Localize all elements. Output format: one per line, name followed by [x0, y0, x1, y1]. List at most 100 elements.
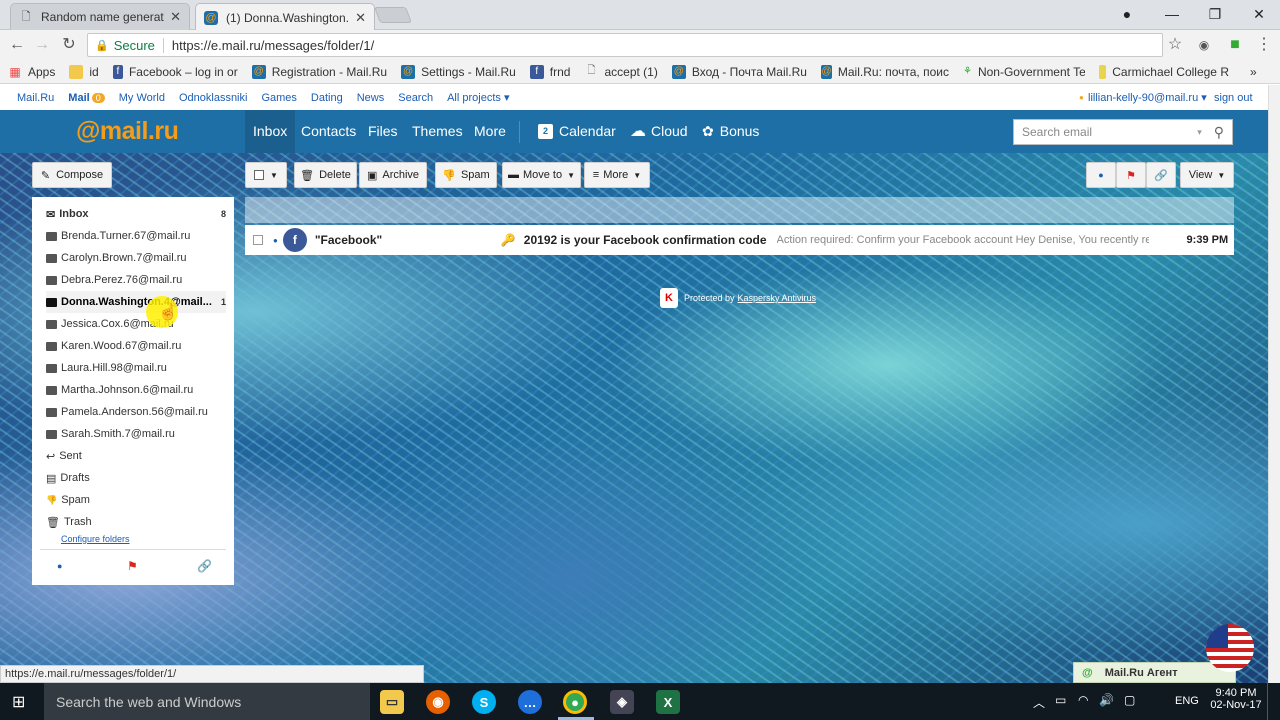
- attachment-filter-button[interactable]: 🔗: [1146, 162, 1176, 188]
- address-bar[interactable]: 🔒 Secure https://e.mail.ru/messages/fold…: [87, 33, 1163, 57]
- bookmark-registration[interactable]: @ Registration - Mail.Ru: [251, 64, 387, 79]
- user-account-link[interactable]: lillian-kelly-90@mail.ru ▾: [1088, 91, 1207, 104]
- nav-themes[interactable]: Themes: [404, 110, 471, 153]
- reload-icon[interactable]: ↻: [58, 35, 80, 55]
- nav-bonus[interactable]: ✿ Bonus: [694, 110, 767, 153]
- folder-jessica-cox[interactable]: Jessica.Cox.6@mail.ru: [46, 313, 226, 335]
- clock[interactable]: 9:40 PM 02-Nov-17: [1210, 687, 1262, 711]
- bookmark-mailru-search[interactable]: @ Mail.Ru: почта, поис: [820, 64, 949, 79]
- bookmark-apps[interactable]: ▦ Apps: [8, 65, 55, 79]
- messenger-icon[interactable]: …: [518, 690, 542, 714]
- compose-button[interactable]: ✎ Compose: [32, 162, 112, 188]
- folder-drafts[interactable]: ▤ Drafts: [46, 467, 226, 489]
- message-row[interactable]: ● f "Facebook" 🔑 20192 is your Facebook …: [245, 225, 1234, 255]
- move-to-button[interactable]: ▬ Move to ▼: [502, 162, 581, 188]
- kaspersky-link[interactable]: Kaspersky Antivirus: [738, 293, 817, 303]
- folder-martha-johnson[interactable]: Martha.Johnson.6@mail.ru: [46, 379, 226, 401]
- nav-inbox[interactable]: Inbox: [245, 110, 296, 153]
- wifi-icon[interactable]: ◠: [1078, 693, 1088, 707]
- bookmark-settings[interactable]: @ Settings - Mail.Ru: [401, 64, 516, 79]
- portal-link-search[interactable]: Search: [398, 92, 433, 104]
- folder-sarah-smith[interactable]: Sarah.Smith.7@mail.ru: [46, 423, 226, 445]
- chevron-down-icon[interactable]: ▾: [1197, 127, 1202, 138]
- folder-karen-wood[interactable]: Karen.Wood.67@mail.ru: [46, 335, 226, 357]
- portal-link-myworld[interactable]: My World: [119, 92, 165, 104]
- bookmark-non-government[interactable]: ⚘ Non-Government Tea: [963, 65, 1085, 79]
- archive-button[interactable]: ▣ Archive: [359, 162, 427, 188]
- folder-debra-perez[interactable]: Debra.Perez.76@mail.ru: [46, 269, 226, 291]
- skype-icon[interactable]: S: [472, 690, 496, 714]
- app-icon[interactable]: ◈: [610, 690, 634, 714]
- menu-icon[interactable]: ⋮: [1253, 35, 1275, 55]
- nav-calendar[interactable]: 2 Calendar: [530, 110, 624, 153]
- mailru-agent-panel[interactable]: @ Mail.Ru Агент: [1073, 662, 1236, 683]
- bookmark-star-icon[interactable]: ☆: [1164, 35, 1186, 55]
- nav-more[interactable]: More: [466, 110, 514, 153]
- close-tab-icon[interactable]: ✕: [170, 9, 181, 25]
- taskbar-search-input[interactable]: Search the web and Windows: [44, 683, 370, 720]
- unread-dot-icon[interactable]: ●: [57, 561, 62, 571]
- portal-link-mailru[interactable]: Mail.Ru: [17, 92, 54, 104]
- unread-dot-icon[interactable]: ●: [273, 236, 278, 245]
- portal-link-dating[interactable]: Dating: [311, 92, 343, 104]
- forward-icon[interactable]: →: [31, 35, 53, 55]
- tab-random-name-generator[interactable]: 🗋 Random name generator ✕: [10, 3, 190, 30]
- folder-sent[interactable]: ↩ Sent: [46, 445, 226, 467]
- excel-icon[interactable]: X: [656, 690, 680, 714]
- folder-pamela-anderson[interactable]: Pamela.Anderson.56@mail.ru: [46, 401, 226, 423]
- portal-link-all-projects[interactable]: All projects ▾: [447, 91, 509, 104]
- folder-trash[interactable]: 🗑 Trash: [46, 511, 226, 533]
- portal-link-news[interactable]: News: [357, 92, 385, 104]
- search-icon[interactable]: ⚲: [1214, 124, 1224, 141]
- file-explorer-icon[interactable]: ▭: [380, 690, 404, 714]
- new-tab-button[interactable]: [374, 7, 412, 23]
- flag-icon[interactable]: ⚑: [127, 559, 138, 573]
- signout-link[interactable]: sign out: [1214, 92, 1253, 104]
- unread-filter-button[interactable]: ●: [1086, 162, 1116, 188]
- battery-icon[interactable]: ▭: [1055, 693, 1066, 707]
- configure-folders-link[interactable]: Configure folders: [61, 534, 130, 544]
- bookmark-carmichael[interactable]: Carmichael College R: [1098, 64, 1229, 79]
- notification-chat-icon[interactable]: ▢: [1124, 693, 1135, 707]
- nav-files[interactable]: Files: [360, 110, 406, 153]
- folder-laura-hill[interactable]: Laura.Hill.98@mail.ru: [46, 357, 226, 379]
- mailru-logo[interactable]: @mail.ru: [76, 117, 179, 146]
- more-bookmarks-icon[interactable]: »: [1250, 65, 1257, 79]
- profile-icon[interactable]: ●: [1115, 4, 1139, 24]
- close-tab-icon[interactable]: ✕: [355, 10, 366, 26]
- windows-start-icon[interactable]: ⊞: [12, 692, 25, 712]
- folder-brenda-turner[interactable]: Brenda.Turner.67@mail.ru: [46, 225, 226, 247]
- folder-inbox[interactable]: ✉ Inbox 8: [46, 203, 226, 225]
- paperclip-icon[interactable]: 🔗: [197, 559, 212, 573]
- nav-contacts[interactable]: Contacts: [293, 110, 364, 153]
- tab-donna-washington[interactable]: @ (1) Donna.Washington.4@ ✕: [195, 3, 375, 31]
- close-window-button[interactable]: ✕: [1247, 4, 1271, 24]
- view-button[interactable]: View ▼: [1180, 162, 1234, 188]
- minimize-button[interactable]: —: [1160, 4, 1184, 24]
- show-desktop-button[interactable]: [1267, 683, 1280, 720]
- firefox-icon[interactable]: ◉: [426, 690, 450, 714]
- chrome-icon[interactable]: ●: [563, 690, 587, 714]
- show-hidden-icons[interactable]: ︿: [1033, 694, 1045, 711]
- portal-link-mail[interactable]: Mail: [68, 92, 89, 104]
- flag-filter-button[interactable]: ⚑: [1116, 162, 1146, 188]
- search-input[interactable]: Search email ▾ ⚲: [1013, 119, 1233, 145]
- portal-link-odnoklassniki[interactable]: Odnoklassniki: [179, 92, 247, 104]
- bookmark-frnd[interactable]: f frnd: [529, 64, 570, 79]
- more-button[interactable]: ≡ More ▼: [584, 162, 650, 188]
- portal-link-games[interactable]: Games: [261, 92, 296, 104]
- page-scrollbar[interactable]: [1268, 85, 1280, 683]
- nav-cloud[interactable]: ☁ Cloud: [622, 110, 696, 153]
- folder-donna-washington[interactable]: Donna.Washington.4@mail... 1: [46, 291, 226, 313]
- message-checkbox[interactable]: [253, 235, 263, 245]
- back-icon[interactable]: ←: [6, 35, 28, 55]
- bookmark-vhod[interactable]: @ Вход - Почта Mail.Ru: [671, 64, 807, 79]
- extension-icon[interactable]: ■: [1224, 35, 1246, 55]
- folder-spam[interactable]: 👎 Spam: [46, 489, 226, 511]
- volume-icon[interactable]: 🔊: [1099, 693, 1114, 707]
- select-all-checkbox[interactable]: ▼: [245, 162, 287, 188]
- language-indicator[interactable]: ENG: [1175, 695, 1199, 707]
- spam-button[interactable]: 👎 Spam: [435, 162, 497, 188]
- bookmark-facebook[interactable]: f Facebook – log in or: [112, 64, 238, 79]
- folder-carolyn-brown[interactable]: Carolyn.Brown.7@mail.ru: [46, 247, 226, 269]
